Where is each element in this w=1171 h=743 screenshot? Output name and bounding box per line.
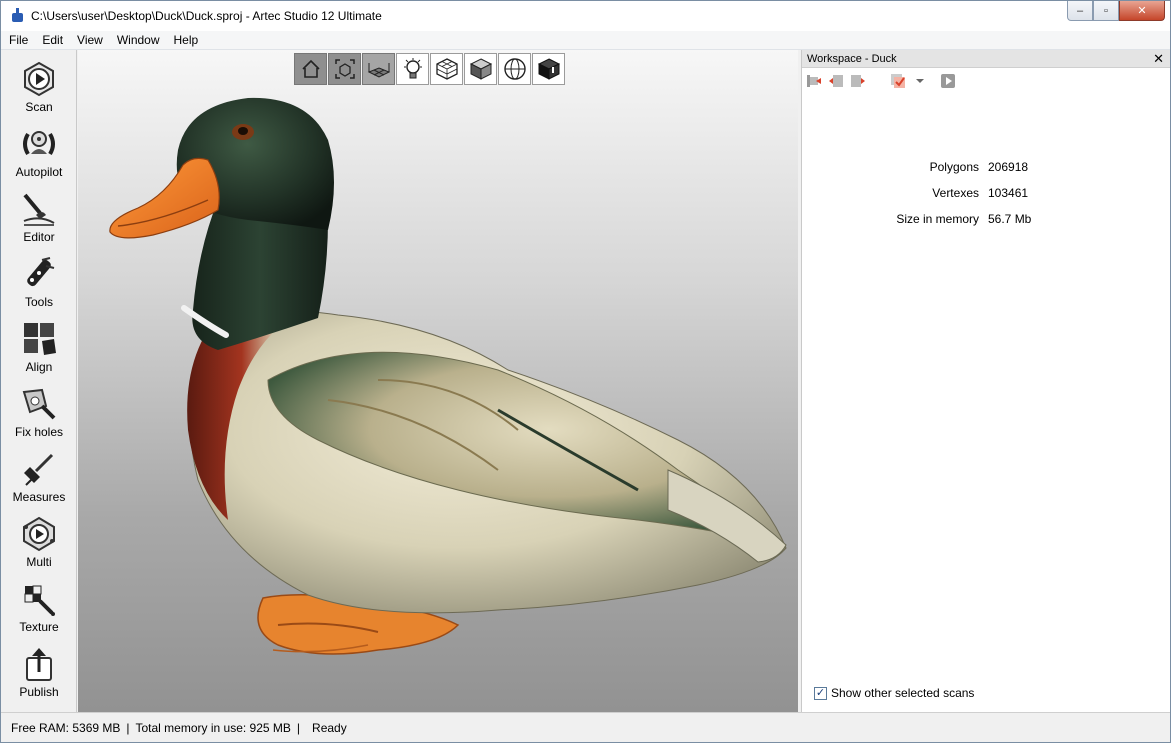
stat-value: 56.7 Mb [988,212,1032,226]
select-scans-icon[interactable] [890,73,906,89]
stat-vertexes: Vertexes 103461 [802,180,1170,206]
editor-icon [19,190,59,228]
tool-fix-holes[interactable]: Fix holes [1,375,77,439]
menu-file[interactable]: File [1,31,35,50]
tool-editor[interactable]: Editor [1,180,77,244]
workspace-close-icon[interactable]: ✕ [1153,52,1164,65]
texture-icon [19,580,59,618]
total-memory-status: Total memory in use: 925 MB [135,720,291,735]
close-button[interactable]: ✕ [1119,1,1165,21]
workspace-panel: Workspace - Duck ✕ Polygons 206918 Verte… [801,50,1170,712]
tool-align-label: Align [25,360,53,374]
show-other-scans-checkbox[interactable]: ✓ [814,686,827,700]
app-window: C:\Users\user\Desktop\Duck\Duck.sproj - … [0,0,1171,743]
show-other-scans-option[interactable]: ✓ Show other selected scans [814,686,974,700]
tool-multi[interactable]: Multi [1,505,77,569]
title-bar: C:\Users\user\Desktop\Duck\Duck.sproj - … [1,1,1170,31]
workspace-title: Workspace - Duck [807,52,897,65]
window-title: C:\Users\user\Desktop\Duck\Duck.sproj - … [31,9,382,23]
play-icon[interactable] [940,73,956,89]
duck-3d-model[interactable] [78,50,798,712]
stat-label: Size in memory [896,212,979,226]
stat-value: 206918 [988,160,1029,174]
tool-tools[interactable]: Tools [1,245,77,309]
tool-texture-label: Texture [19,620,59,634]
minimize-button[interactable]: – [1067,1,1093,21]
menu-help[interactable]: Help [167,31,206,50]
tool-scan[interactable]: Scan [1,50,77,114]
window-controls: – ▫ ✕ [1067,1,1165,21]
ready-status: Ready [312,720,347,735]
workspace-header: Workspace - Duck ✕ [802,50,1170,68]
tool-texture[interactable]: Texture [1,570,77,634]
menu-bar: File Edit View Window Help [1,31,1170,50]
tool-measures-label: Measures [12,490,66,504]
3d-viewport[interactable] [78,50,798,712]
status-separator: | [296,720,301,735]
tool-scan-label: Scan [25,100,53,114]
left-tool-panel: Scan Autopilot Editor Tools Align Fix ho… [1,50,77,712]
scan-statistics: Polygons 206918 Vertexes 103461 Size in … [802,154,1170,232]
tool-fix-holes-label: Fix holes [14,425,64,439]
align-icon [19,320,59,358]
autopilot-icon [19,125,59,163]
tool-publish[interactable]: Publish [1,635,77,699]
multi-icon [19,515,59,553]
move-right-icon[interactable] [850,73,866,89]
menu-window[interactable]: Window [110,31,167,50]
tool-measures[interactable]: Measures [1,440,77,504]
measures-icon [19,450,59,488]
tools-icon [19,255,59,293]
maximize-button[interactable]: ▫ [1093,1,1119,21]
tool-align[interactable]: Align [1,310,77,374]
scan-icon [19,60,59,98]
import-scan-icon[interactable] [806,73,822,89]
move-left-icon[interactable] [828,73,844,89]
stat-label: Polygons [929,160,979,174]
show-other-scans-label: Show other selected scans [831,686,975,700]
artec-app-icon[interactable] [10,8,26,24]
stat-value: 103461 [988,186,1029,200]
menu-view[interactable]: View [70,31,110,50]
stat-size-in-memory: Size in memory 56.7 Mb [802,206,1170,232]
publish-icon [19,645,59,683]
chevron-down-icon[interactable] [912,73,928,89]
status-separator: | [126,720,130,735]
tool-multi-label: Multi [26,555,52,569]
tool-autopilot-label: Autopilot [15,165,63,179]
stat-label: Vertexes [932,186,979,200]
status-bar: Free RAM: 5369 MB | Total memory in use:… [1,712,1170,742]
free-ram-status: Free RAM: 5369 MB [11,720,121,735]
tool-publish-label: Publish [19,685,59,699]
workspace-toolbar [802,68,1170,94]
tool-autopilot[interactable]: Autopilot [1,115,77,179]
tool-tools-label: Tools [24,295,53,309]
fix-holes-icon [19,385,59,423]
stat-polygons: Polygons 206918 [802,154,1170,180]
tool-editor-label: Editor [23,230,55,244]
menu-edit[interactable]: Edit [35,31,70,50]
